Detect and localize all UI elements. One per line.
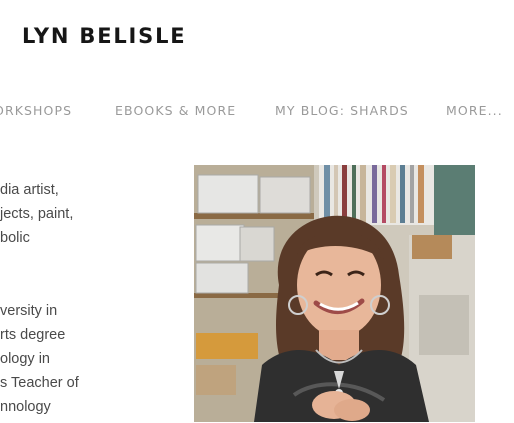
bio-line: bolic xyxy=(0,230,30,246)
bio-line: ology in xyxy=(0,351,50,367)
nav-item-workshops[interactable]: ORKSHOPS xyxy=(0,103,72,118)
bio-line: jects, paint, xyxy=(0,206,74,222)
nav-item-ebooks[interactable]: EBOOKS & MORE xyxy=(115,103,236,118)
bio-line: dia artist, xyxy=(0,182,59,198)
nav-item-blog[interactable]: MY BLOG: SHARDS xyxy=(275,103,409,118)
bio-line: s Teacher of xyxy=(0,375,79,391)
bio-line: nnology xyxy=(0,399,51,415)
portrait-photo xyxy=(194,165,475,422)
site-title[interactable]: LYN BELISLE xyxy=(22,24,186,48)
bio-line: rts degree xyxy=(0,327,66,343)
bio-line: versity in xyxy=(0,303,58,319)
nav-item-more[interactable]: MORE... xyxy=(446,103,503,118)
